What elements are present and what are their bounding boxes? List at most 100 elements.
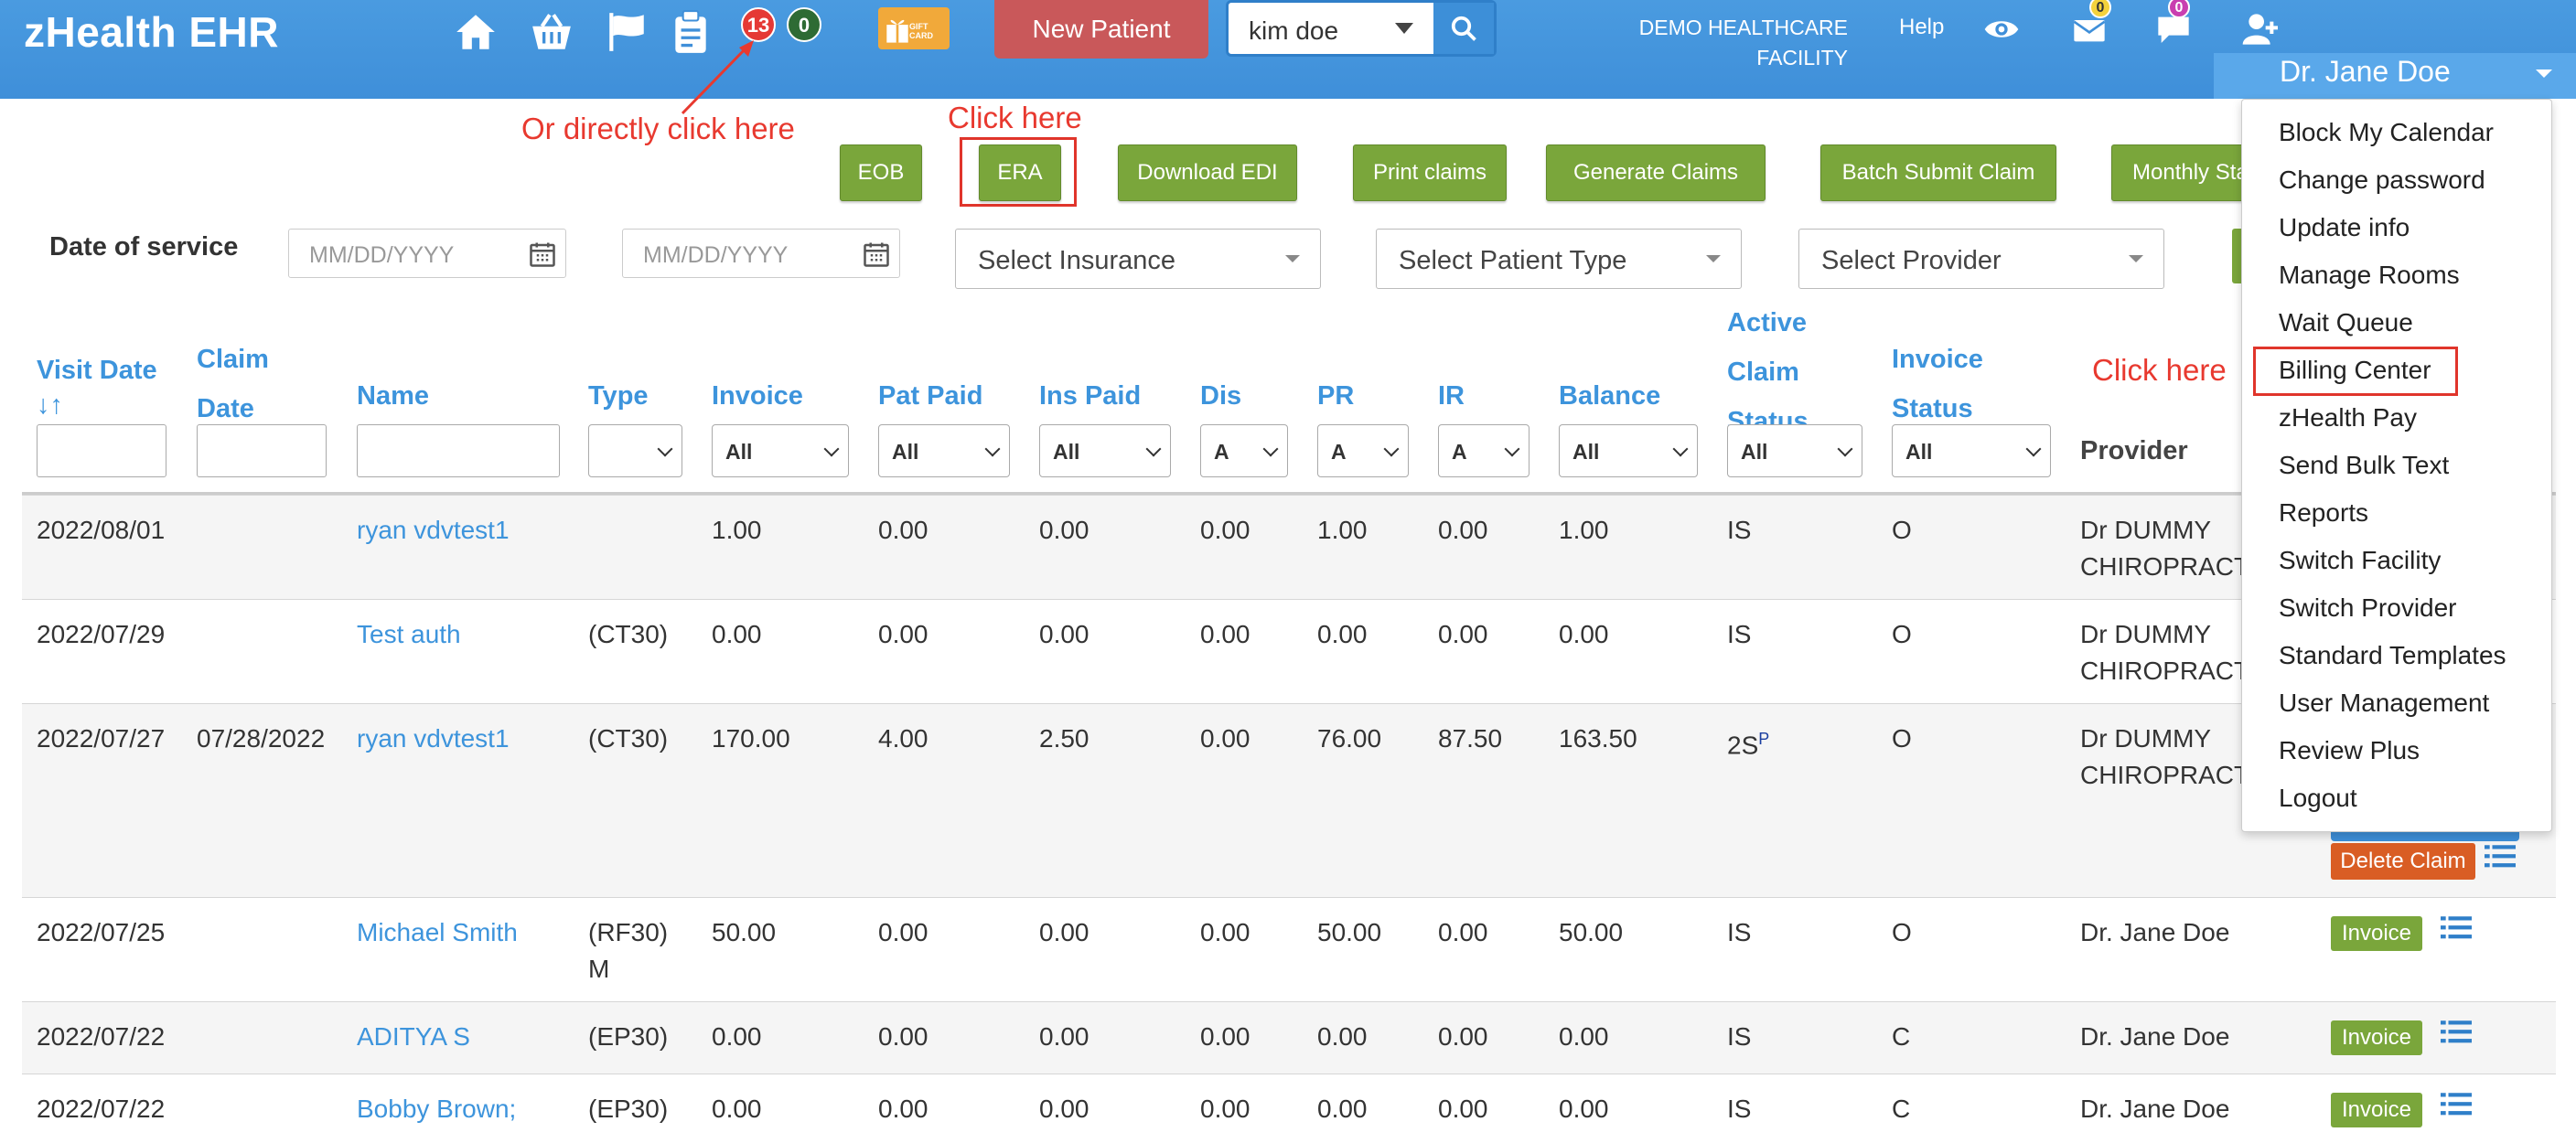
col-name[interactable]: Name: [357, 371, 429, 421]
invoice-button[interactable]: Invoice: [2331, 916, 2422, 951]
print-claims-button[interactable]: Print claims: [1353, 144, 1507, 201]
menu-item-switch-provider[interactable]: Switch Provider: [2279, 593, 2457, 623]
menu-item-review-plus[interactable]: Review Plus: [2279, 736, 2420, 765]
cell-patient-name[interactable]: Test auth: [357, 616, 461, 653]
menu-item-send-bulk-text[interactable]: Send Bulk Text: [2279, 451, 2449, 480]
list-icon[interactable]: [2485, 843, 2516, 871]
col-visit-date-label: Visit Date: [37, 356, 157, 385]
menu-item-manage-rooms[interactable]: Manage Rooms: [2279, 261, 2460, 290]
invoice-filter[interactable]: All: [712, 424, 849, 477]
dis-filter[interactable]: A: [1200, 424, 1288, 477]
claim-status-value: 2S: [1727, 731, 1759, 760]
menu-item-update-info[interactable]: Update info: [2279, 213, 2410, 242]
facility-name[interactable]: DEMO HEALTHCARE FACILITY: [1610, 13, 1848, 73]
col-type[interactable]: Type: [588, 371, 649, 421]
menu-item-wait-queue[interactable]: Wait Queue: [2279, 308, 2413, 337]
insurance-select[interactable]: Select Insurance: [955, 229, 1321, 289]
type-filter[interactable]: [588, 424, 682, 477]
col-balance[interactable]: Balance: [1559, 371, 1660, 421]
col-claim-date[interactable]: Claim Date: [197, 335, 269, 433]
cell-invoice-status: C: [1892, 1022, 1911, 1051]
col-pat-paid[interactable]: Pat Paid: [878, 371, 982, 421]
list-icon[interactable]: [2441, 1091, 2472, 1118]
list-icon[interactable]: [2441, 1019, 2472, 1046]
basket-icon[interactable]: [529, 9, 574, 55]
cell-pat-paid: 4.00: [878, 724, 928, 753]
menu-item-switch-facility[interactable]: Switch Facility: [2279, 546, 2441, 575]
pat-paid-filter[interactable]: All: [878, 424, 1010, 477]
menu-item-change-password[interactable]: Change password: [2279, 166, 2485, 195]
download-edi-button[interactable]: Download EDI: [1118, 144, 1297, 201]
provider-select[interactable]: Select Provider: [1798, 229, 2164, 289]
app-brand[interactable]: zHealth EHR: [24, 7, 279, 57]
date-to-input[interactable]: MM/DD/YYYY: [622, 229, 900, 278]
cell-dis: 0.00: [1200, 724, 1250, 753]
calendar-icon[interactable]: [863, 240, 890, 268]
sort-icon[interactable]: ↓↑: [37, 392, 157, 419]
cell-patient-name[interactable]: Bobby Brown;: [357, 1091, 516, 1127]
menu-item-logout[interactable]: Logout: [2279, 784, 2357, 813]
col-dis[interactable]: Dis: [1200, 371, 1241, 421]
chevron-down-icon[interactable]: [1395, 23, 1413, 34]
cell-claim-status: IS: [1727, 918, 1752, 946]
home-icon[interactable]: [453, 9, 499, 55]
patient-search[interactable]: kim doe: [1226, 0, 1497, 57]
gift-card-button[interactable]: GIFT CARD: [878, 7, 950, 49]
search-input[interactable]: kim doe: [1249, 16, 1338, 46]
annotation-click-billing: Click here: [2092, 353, 2227, 387]
calendar-icon[interactable]: [529, 240, 556, 268]
ins-paid-filter[interactable]: All: [1039, 424, 1171, 477]
cell-patient-name[interactable]: ADITYA S: [357, 1019, 470, 1055]
menu-item-standard-templates[interactable]: Standard Templates: [2279, 641, 2506, 670]
cell-claim-status: IS: [1727, 516, 1752, 544]
cell-ir: 0.00: [1438, 516, 1488, 544]
eob-button[interactable]: EOB: [840, 144, 922, 201]
list-icon[interactable]: [2441, 914, 2472, 942]
filter-value: All: [892, 440, 919, 464]
visit-date-filter[interactable]: [37, 424, 166, 477]
menu-item-reports[interactable]: Reports: [2279, 498, 2368, 528]
col-invoice-status[interactable]: Invoice Status: [1892, 335, 1983, 433]
col-invoice[interactable]: Invoice: [712, 371, 803, 421]
cell-patient-name[interactable]: ryan vdvtest1: [357, 512, 510, 549]
batch-submit-claim-button[interactable]: Batch Submit Claim: [1820, 144, 2056, 201]
col-visit-date[interactable]: Visit Date ↓↑: [37, 346, 157, 419]
menu-item-block-my-calendar[interactable]: Block My Calendar: [2279, 118, 2494, 147]
col-pr[interactable]: PR: [1317, 371, 1354, 421]
search-button[interactable]: [1433, 3, 1494, 54]
balance-filter[interactable]: All: [1559, 424, 1698, 477]
pr-filter[interactable]: A: [1317, 424, 1409, 477]
date-from-input[interactable]: MM/DD/YYYY: [288, 229, 566, 278]
delete-claim-button[interactable]: Delete Claim: [2331, 843, 2475, 880]
cell-patient-name[interactable]: Michael Smith: [357, 914, 518, 951]
new-patient-button[interactable]: New Patient: [994, 0, 1208, 59]
ir-filter[interactable]: A: [1438, 424, 1530, 477]
cell-visit-date: 2022/07/22: [37, 1022, 166, 1051]
monthly-statement-button[interactable]: Monthly Sta: [2111, 144, 2258, 201]
cell-provider: Dr DUMMY: [2080, 724, 2212, 753]
cell-provider: Dr. Jane Doe: [2080, 1022, 2230, 1051]
cell-pat-paid: 0.00: [878, 516, 928, 544]
mail-badge[interactable]: 0: [2089, 0, 2111, 18]
active-claim-status-filter[interactable]: All: [1727, 424, 1862, 477]
generate-claims-button[interactable]: Generate Claims: [1546, 144, 1766, 201]
cell-patient-name[interactable]: ryan vdvtest1: [357, 721, 510, 757]
claim-date-filter[interactable]: [197, 424, 327, 477]
flag-icon[interactable]: [604, 9, 649, 55]
patient-type-select[interactable]: Select Patient Type: [1376, 229, 1742, 289]
col-ir[interactable]: IR: [1438, 371, 1465, 421]
invoice-button[interactable]: Invoice: [2331, 1020, 2422, 1055]
col-ins-paid[interactable]: Ins Paid: [1039, 371, 1141, 421]
invoice-status-filter[interactable]: All: [1892, 424, 2051, 477]
notification-badge-green[interactable]: 0: [787, 7, 821, 42]
filter-value: All: [725, 440, 753, 464]
name-filter[interactable]: [357, 424, 560, 477]
menu-item-user-management[interactable]: User Management: [2279, 689, 2489, 718]
add-user-icon[interactable]: [2241, 11, 2278, 48]
menu-item-zhealth-pay[interactable]: zHealth Pay: [2279, 403, 2417, 433]
user-menu-toggle[interactable]: Dr. Jane Doe: [2214, 53, 2576, 99]
eye-icon[interactable]: [1983, 11, 2020, 48]
era-button[interactable]: ERA: [979, 144, 1061, 201]
help-link[interactable]: Help: [1899, 15, 1944, 40]
invoice-button[interactable]: Invoice: [2331, 1093, 2422, 1127]
